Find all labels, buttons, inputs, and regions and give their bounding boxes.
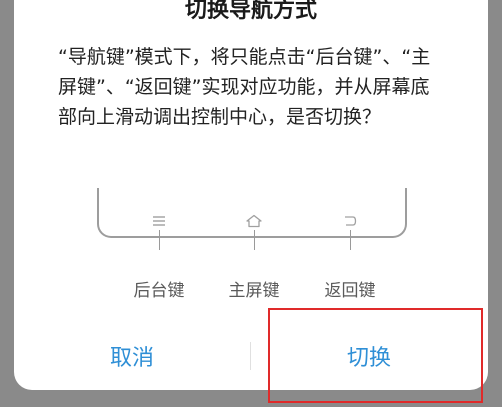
back-key-label: 返回键: [324, 281, 376, 301]
home-icon: [243, 212, 265, 230]
menu-key-label: 后台键: [133, 281, 185, 301]
menu-key-leader: [159, 230, 160, 250]
cancel-button[interactable]: 取消: [14, 335, 250, 377]
back-key-leader: [350, 230, 351, 250]
menu-icon: [148, 212, 170, 230]
home-key-leader: [254, 230, 255, 250]
back-icon: [339, 212, 361, 230]
home-key-label: 主屏键: [228, 281, 280, 301]
switch-button-highlight: [268, 308, 483, 403]
